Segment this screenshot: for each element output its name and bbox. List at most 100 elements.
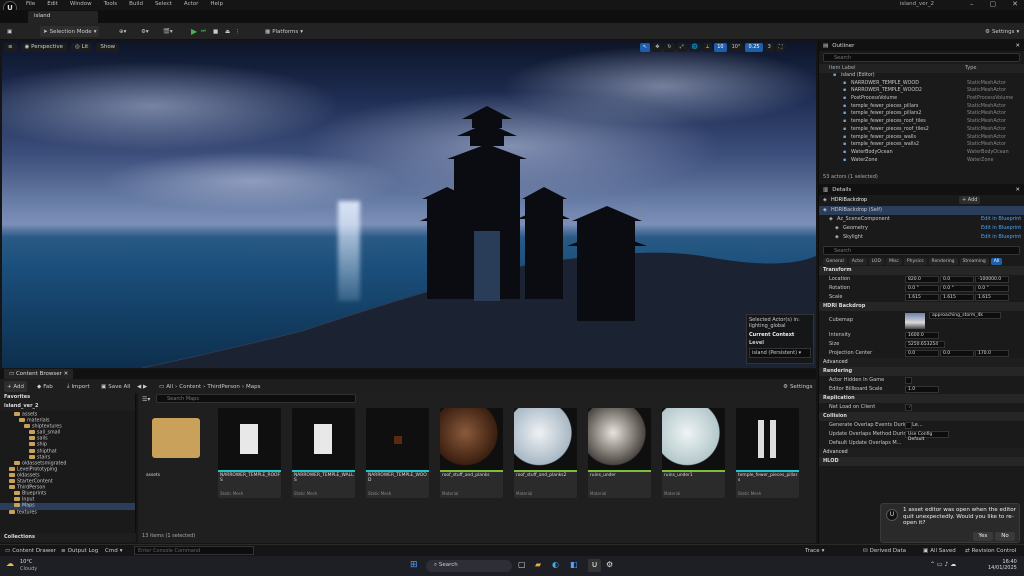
outliner-row[interactable]: ▪ PostProcessVolume PostProcessVolume bbox=[819, 96, 1024, 104]
rotation-snap-button[interactable]: 10° bbox=[728, 43, 744, 52]
project-root[interactable]: island_ver_2 bbox=[0, 402, 135, 411]
outliner-row[interactable]: ▪ temple_fewer_pieces_walls2 StaticMeshAct… bbox=[819, 142, 1024, 150]
menu-tools[interactable]: Tools bbox=[104, 1, 118, 7]
category-tab[interactable]: Actor bbox=[848, 258, 867, 265]
output-log-button[interactable]: ≡ Output Log bbox=[58, 545, 101, 556]
maximize-viewport-icon[interactable]: ⛶ bbox=[775, 43, 786, 52]
scale-tool-icon[interactable]: ⤢ bbox=[676, 43, 687, 52]
outliner-row[interactable]: ▪ temple_fewer_pieces_roof_tiles StaticMes… bbox=[819, 119, 1024, 127]
col-item-label[interactable]: Item Label bbox=[829, 65, 855, 71]
asset-tile[interactable]: NARROWER_TEMPLE_WALLS Static Mesh bbox=[292, 408, 355, 498]
rendering-section[interactable]: Rendering bbox=[819, 367, 1024, 376]
select-tool-icon[interactable]: ↖ bbox=[640, 43, 651, 52]
filter-icon[interactable]: ☰▾ bbox=[142, 396, 150, 403]
hlod-section[interactable]: HLOD bbox=[819, 457, 1024, 466]
add-content-icon[interactable]: ⊕▾ bbox=[116, 26, 129, 37]
windows-start-icon[interactable]: ⊞ bbox=[410, 560, 418, 570]
cmd-dropdown[interactable]: Cmd ▾ bbox=[102, 545, 125, 556]
platforms-dropdown[interactable]: ▦ Platforms ▾ bbox=[262, 26, 306, 37]
component-row[interactable]: ◈ HDRIBackdrop (Self) bbox=[819, 206, 1024, 215]
scale-y-field[interactable]: 1.615 bbox=[940, 294, 974, 301]
projection-y-field[interactable]: 0.0 bbox=[940, 350, 974, 357]
update-overlap-dropdown[interactable]: Use Config Default bbox=[905, 431, 949, 442]
category-tab[interactable]: Rendering bbox=[928, 258, 958, 265]
asset-tile[interactable]: roof_stuff_and_planks Material bbox=[440, 408, 503, 498]
more-icon[interactable]: ⋮ bbox=[232, 26, 244, 37]
close-tab-icon[interactable]: ✕ bbox=[1015, 43, 1020, 49]
cb-add-button[interactable]: + Add bbox=[4, 381, 28, 392]
save-all-button[interactable]: ▣ Save All bbox=[98, 381, 133, 392]
folder-tree-item[interactable]: textures bbox=[0, 509, 135, 516]
rotation-y-field[interactable]: 0.0 ° bbox=[940, 285, 974, 292]
close-tab-icon[interactable]: ✕ bbox=[64, 371, 69, 377]
tray-icons[interactable]: ⌃ ▭ ♪ ☁ bbox=[930, 561, 956, 568]
menu-file[interactable]: File bbox=[26, 1, 35, 7]
hdri-backdrop-section[interactable]: HDRI Backdrop bbox=[819, 302, 1024, 311]
reopen-yes-button[interactable]: Yes bbox=[973, 532, 993, 541]
edge-icon[interactable]: ◐ bbox=[552, 560, 559, 569]
component-row[interactable]: ◈ Geometry Edit in Blueprint bbox=[819, 224, 1024, 233]
edit-in-blueprint-link[interactable]: Edit in Blueprint bbox=[981, 216, 1021, 222]
collections-section[interactable]: Collections bbox=[0, 533, 136, 542]
outliner-row[interactable]: ▪ WaterZone WaterZone bbox=[819, 158, 1024, 166]
level-tab[interactable]: island bbox=[28, 11, 98, 23]
close-button[interactable]: ✕ bbox=[1012, 0, 1018, 8]
asset-tile[interactable]: assets bbox=[144, 408, 207, 498]
weather-icon[interactable]: ☁ bbox=[6, 559, 14, 568]
menu-window[interactable]: Window bbox=[70, 1, 92, 7]
outliner-row[interactable]: ▪ island (Editor) bbox=[819, 73, 1024, 81]
settings-dropdown[interactable]: ⚙ Settings ▾ bbox=[982, 26, 1022, 37]
store-icon[interactable]: ◧ bbox=[570, 560, 578, 569]
reopen-no-button[interactable]: No bbox=[995, 532, 1015, 541]
cubemap-thumbnail[interactable] bbox=[905, 313, 925, 329]
location-x-field[interactable]: 820.0 bbox=[905, 276, 939, 283]
cb-settings-button[interactable]: ⚙ Settings bbox=[780, 381, 816, 392]
task-view-icon[interactable]: ▢ bbox=[518, 560, 526, 569]
category-tab[interactable]: LOD bbox=[868, 258, 884, 265]
intensity-field[interactable]: 1600.0 bbox=[905, 332, 939, 339]
scale-z-field[interactable]: 1.615 bbox=[975, 294, 1009, 301]
cb-search-input[interactable]: Search Maps bbox=[156, 394, 356, 403]
asset-tile[interactable]: NARROWER_TEMPLE_ROOFS Static Mesh bbox=[218, 408, 281, 498]
show-button[interactable]: Show bbox=[96, 43, 120, 52]
unreal-taskbar-icon[interactable]: U bbox=[588, 559, 601, 572]
menu-actor[interactable]: Actor bbox=[184, 1, 198, 7]
lit-button[interactable]: ◎ Lit bbox=[71, 43, 93, 52]
rotation-z-field[interactable]: 0.0 ° bbox=[975, 285, 1009, 292]
billboard-field[interactable]: 1.0 bbox=[905, 386, 939, 393]
stop-icon[interactable]: ■ bbox=[210, 26, 221, 37]
content-drawer-button[interactable]: ▭ Content Drawer bbox=[2, 545, 59, 556]
outliner-row[interactable]: ▪ temple_fewer_pieces_pillars2 StaticMeshA… bbox=[819, 111, 1024, 119]
skip-icon[interactable]: ⏭ bbox=[198, 26, 209, 37]
scale-snap-button[interactable]: 0.25 bbox=[745, 43, 763, 52]
grid-snap-button[interactable]: 10 bbox=[714, 43, 727, 52]
perspective-button[interactable]: ◉ Perspective bbox=[20, 43, 68, 52]
rotation-x-field[interactable]: 0.0 ° bbox=[905, 285, 939, 292]
clock[interactable]: 16:40 14/01/2025 bbox=[988, 559, 1017, 571]
category-tab[interactable]: Streaming bbox=[959, 258, 989, 265]
camera-speed-button[interactable]: 3 bbox=[764, 43, 774, 52]
file-explorer-icon[interactable]: ▰ bbox=[535, 560, 541, 569]
level-viewport[interactable] bbox=[2, 41, 816, 368]
cubemap-dropdown[interactable]: approaching_storm_4k bbox=[929, 312, 1001, 319]
edit-in-blueprint-link[interactable]: Edit in Blueprint bbox=[981, 234, 1021, 240]
menu-build[interactable]: Build bbox=[129, 1, 143, 7]
crumb-thirdperson[interactable]: ThirdPerson bbox=[207, 384, 240, 390]
asset-tile[interactable]: NARROWER_TEMPLE_WOOD Static Mesh bbox=[366, 408, 429, 498]
blueprint-icon[interactable]: ⚙▾ bbox=[138, 26, 152, 37]
save-icon[interactable]: ▣ bbox=[4, 26, 15, 37]
size-field[interactable]: 5250.653254 bbox=[905, 341, 945, 348]
advanced-toggle-2[interactable]: Advanced bbox=[819, 448, 1024, 457]
maximize-button[interactable]: ▢ bbox=[990, 0, 997, 8]
fab-button[interactable]: ◆ Fab bbox=[34, 381, 56, 392]
menu-select[interactable]: Select bbox=[155, 1, 172, 7]
component-row[interactable]: ◈ Skylight Edit in Blueprint bbox=[819, 233, 1024, 242]
projection-z-field[interactable]: 170.0 bbox=[975, 350, 1009, 357]
category-tab[interactable]: Misc bbox=[885, 258, 902, 265]
revision-control-button[interactable]: ⇄ Revision Control bbox=[962, 545, 1019, 556]
edit-in-blueprint-link[interactable]: Edit in Blueprint bbox=[981, 225, 1021, 231]
details-search-input[interactable]: Search bbox=[823, 246, 1020, 255]
history-back-icon[interactable]: ◀ ▶ bbox=[134, 381, 150, 392]
selection-mode-dropdown[interactable]: ➤ Selection Mode ▾ bbox=[40, 26, 100, 37]
category-tab[interactable]: General bbox=[823, 258, 847, 265]
